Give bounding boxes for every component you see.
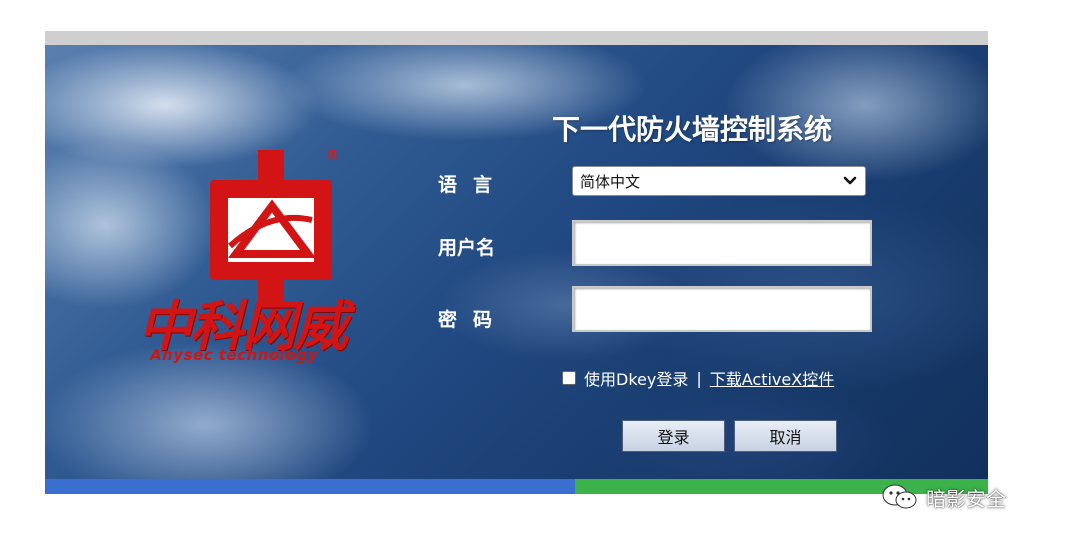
system-title: 下一代防火墙控制系统 [552, 113, 833, 146]
download-activex-link[interactable]: 下载ActiveX控件 [710, 366, 834, 390]
logo-english-name: Anysec technology [150, 346, 318, 364]
username-input[interactable] [572, 220, 872, 266]
wechat-icon [882, 484, 917, 509]
chevron-down-icon [843, 176, 857, 185]
link-separator: | [696, 368, 702, 388]
dkey-row: 使用Dkey登录 | 下载ActiveX控件 [562, 367, 834, 389]
login-button[interactable]: 登录 [622, 420, 725, 452]
cancel-button[interactable]: 取消 [734, 420, 837, 452]
top-bar [45, 31, 988, 45]
bottom-color-bar [45, 479, 988, 494]
language-select-value: 简体中文 [580, 172, 641, 191]
bottom-bar-blue [45, 479, 575, 494]
watermark-text: 暗影安全 [926, 486, 1006, 511]
language-label: 语言 [438, 174, 509, 196]
dkey-label: 使用Dkey登录 [584, 370, 689, 389]
username-label: 用户名 [438, 237, 496, 259]
registered-mark: ® [326, 148, 340, 164]
watermark: 暗影安全 [880, 482, 1006, 512]
password-label: 密码 [438, 309, 509, 331]
password-input[interactable] [572, 286, 872, 332]
language-select[interactable]: 简体中文 [572, 166, 866, 196]
dkey-checkbox[interactable] [562, 371, 576, 385]
